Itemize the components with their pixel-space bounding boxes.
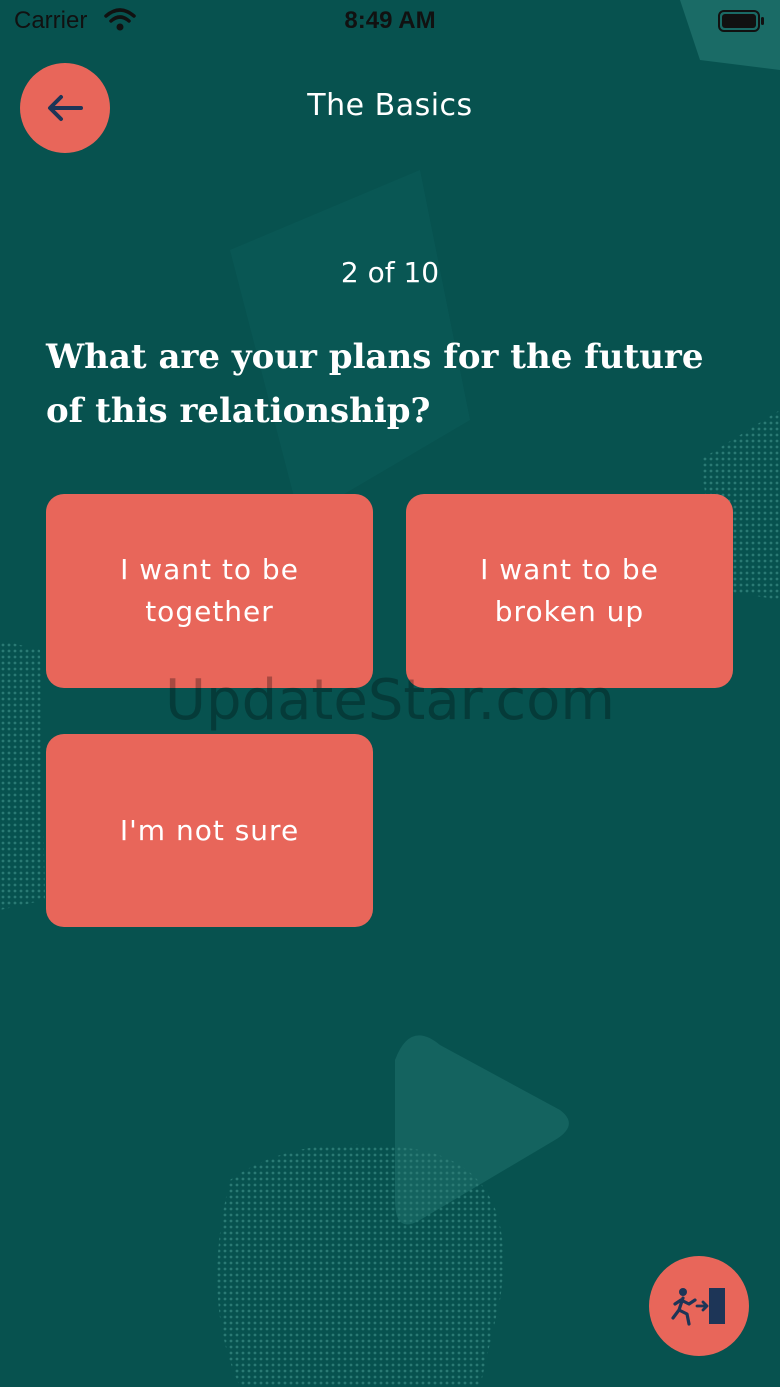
exit-running-icon xyxy=(671,1288,725,1326)
status-bar: Carrier 8:49 AM xyxy=(0,0,780,44)
page-title: The Basics xyxy=(307,88,473,123)
question-text: What are your plans for the future of th… xyxy=(46,337,704,431)
status-time: 8:49 AM xyxy=(344,7,436,34)
answer-together-button[interactable]: I want to be together xyxy=(46,494,373,688)
answer-broken-up-button[interactable]: I want to be broken up xyxy=(406,494,733,688)
exit-button[interactable] xyxy=(649,1256,749,1356)
question-progress: 2 of 10 xyxy=(340,256,440,289)
answer-not-sure-button[interactable]: I'm not sure xyxy=(46,734,373,927)
watermark: UpdateStar.com xyxy=(165,668,615,733)
battery-icon xyxy=(718,10,764,32)
